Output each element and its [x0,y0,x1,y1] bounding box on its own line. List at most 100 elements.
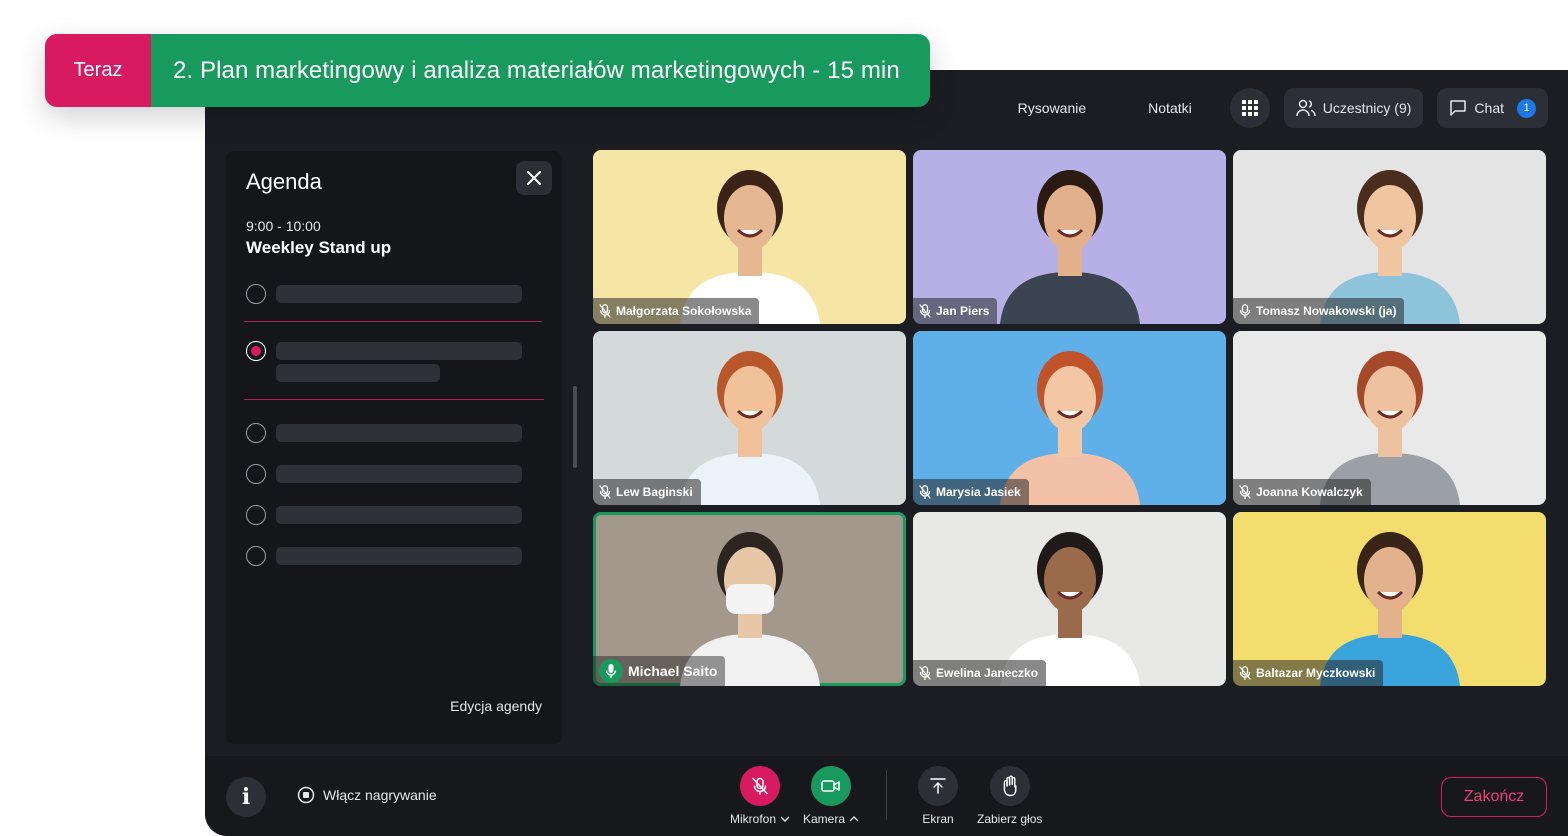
camera-menu[interactable]: Kamera [803,812,859,826]
record-label: Włącz nagrywanie [323,787,437,803]
screen-share-label: Ekran [922,812,954,826]
agenda-close-button[interactable] [516,161,552,195]
screen-share-control[interactable]: Ekran [918,766,958,826]
microphone-off-icon [919,485,931,499]
microphone-off-icon [599,304,611,318]
participant-name: Lew Baginski [616,485,693,499]
agenda-item-radio[interactable] [246,546,266,566]
edit-agenda-link[interactable]: Edycja agendy [450,698,542,714]
agenda-item-current[interactable] [246,341,522,382]
participant-video [999,170,1140,324]
raise-hand-button[interactable] [989,766,1030,806]
meeting-time: 9:00 - 10:00 [246,218,321,234]
current-agenda-banner: Teraz 2. Plan marketingowy i analiza mat… [45,34,930,107]
participant-name-tag: Michael Saito [593,656,726,686]
screen-share-icon [930,778,946,794]
participant-name: Baltazar Myczkowski [1256,666,1376,680]
participant-name: Ewelina Janeczko [936,666,1039,680]
participant-tile[interactable]: Małgorzata Sokołowska [593,150,906,324]
current-item-divider-bottom [244,399,544,400]
agenda-item-radio[interactable] [246,464,266,484]
agenda-item[interactable] [246,464,522,484]
meeting-name: Weekley Stand up [246,238,392,257]
participant-name-tag: Małgorzata Sokołowska [593,298,760,324]
participant-name: Małgorzata Sokołowska [616,304,752,318]
participant-name: Marysia Jasiek [936,485,1021,499]
microphone-active-icon [599,659,623,683]
participants-button[interactable]: Uczestnicy (9) [1283,88,1424,128]
agenda-item[interactable] [246,505,522,525]
agenda-item-placeholder [276,364,440,382]
participant-tile[interactable]: Ewelina Janeczko [913,512,1226,686]
drawing-button[interactable]: Rysowanie [994,88,1110,128]
chat-unread-badge: 1 [1517,98,1536,118]
microphone-off-icon [752,777,768,795]
meeting-window: Rysowanie Notatki Uczestnicy (9) Chat 1 … [205,70,1568,836]
agenda-item[interactable] [246,423,522,443]
video-grid: Małgorzata Sokołowska Jan Piers Tomasz Now… [593,150,1546,686]
notes-button[interactable]: Notatki [1124,88,1216,128]
users-icon [1295,99,1316,117]
microphone-toggle[interactable] [740,766,780,806]
end-meeting-button[interactable]: Zakończ [1441,777,1547,817]
agenda-item-radio[interactable] [246,505,266,525]
microphone-control[interactable]: Mikrofon [730,766,790,826]
top-toolbar: Rysowanie Notatki Uczestnicy (9) Chat 1 [994,88,1548,128]
participant-name: Jan Piers [936,304,990,318]
agenda-panel: Agenda 9:00 - 10:00 Weekley Stand up Edy… [226,151,562,744]
participant-name: Tomasz Nowakowski (ja) [1256,304,1397,318]
agenda-title: Agenda [246,169,322,194]
agenda-item-placeholder [276,465,522,483]
chevron-up-icon [849,816,859,822]
agenda-item[interactable] [246,546,522,566]
grid-view-button[interactable] [1229,88,1270,128]
raise-hand-label: Zabierz głos [977,812,1043,826]
agenda-item-placeholder [276,342,522,360]
current-item-divider-top [244,321,542,322]
microphone-off-icon [1239,666,1251,680]
chat-icon [1450,100,1467,116]
microphone-off-icon [1239,485,1251,499]
participant-tile[interactable]: Lew Baginski [593,331,906,505]
info-button[interactable]: i [226,777,266,817]
now-badge: Teraz [45,34,151,107]
current-agenda-item-title: 2. Plan marketingowy i analiza materiałó… [151,34,930,107]
participants-label: Uczestnicy (9) [1322,100,1412,116]
agenda-item-placeholder [276,285,522,303]
chat-button[interactable]: Chat 1 [1437,88,1548,128]
microphone-label: Mikrofon [730,812,777,826]
camera-label: Kamera [803,812,846,826]
record-icon [297,786,315,804]
participant-tile[interactable]: Tomasz Nowakowski (ja) [1233,150,1546,324]
raise-hand-control[interactable]: Zabierz głos [977,766,1042,826]
microphone-off-icon [599,485,611,499]
participant-tile[interactable]: Marysia Jasiek [913,331,1226,505]
participant-tile[interactable]: Jan Piers [913,150,1226,324]
microphone-menu[interactable]: Mikrofon [730,812,790,826]
screen-share-button[interactable] [918,766,958,806]
participant-tile[interactable]: Michael Saito [593,512,906,686]
agenda-item-radio[interactable] [246,284,266,304]
participant-tile[interactable]: Baltazar Myczkowski [1233,512,1546,686]
participant-tile[interactable]: Joanna Kowalczyk [1233,331,1546,505]
camera-toggle[interactable] [811,766,852,806]
agenda-item-radio-selected[interactable] [246,341,266,361]
agenda-item-radio[interactable] [246,423,266,443]
panel-resize-handle[interactable] [573,386,577,468]
microphone-off-icon [919,304,931,318]
microphone-icon [1239,304,1251,318]
record-button[interactable]: Włącz nagrywanie [297,786,437,804]
camera-control[interactable]: Kamera [803,766,859,826]
toolbar-divider [886,770,887,820]
participant-name-tag: Ewelina Janeczko [913,660,1047,686]
agenda-item-placeholder [276,547,522,565]
participant-name: Michael Saito [628,663,718,679]
close-icon [527,171,541,185]
agenda-item-placeholder [276,424,522,442]
chat-label: Chat [1474,100,1504,116]
participant-name-tag: Joanna Kowalczyk [1233,479,1371,505]
agenda-item[interactable] [246,284,522,304]
participant-name-tag: Tomasz Nowakowski (ja) [1233,298,1405,324]
participant-name-tag: Jan Piers [913,298,998,324]
bottom-toolbar: i Włącz nagrywanie Mikrofon Kamera Ekran… [205,756,1568,836]
